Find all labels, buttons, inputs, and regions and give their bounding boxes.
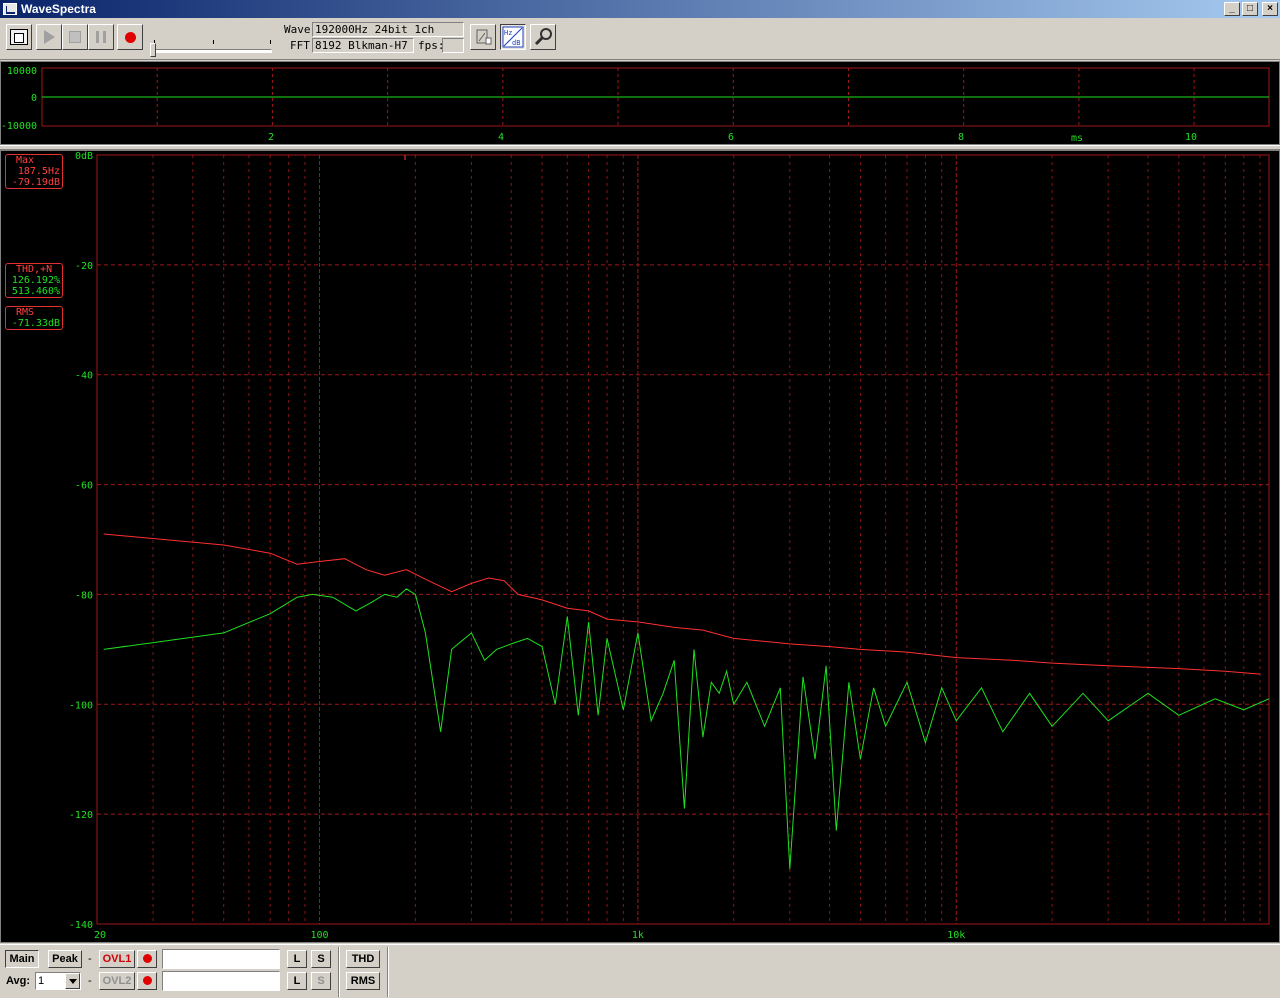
ovl1-load-button[interactable]: L <box>287 950 307 968</box>
max-level: -79.19dB <box>11 177 60 188</box>
ovl2-name-field[interactable] <box>162 971 280 991</box>
waveform-panel: 10000 0 -10000 2 4 6 8 10 ms <box>0 61 1280 145</box>
slider-track[interactable] <box>152 49 272 53</box>
max-frequency: 187.5Hz <box>17 166 60 177</box>
peak-button[interactable]: Peak <box>48 950 82 968</box>
spectrum-y-tick: -80 <box>75 590 93 601</box>
open-file-icon <box>10 29 28 45</box>
settings-button[interactable] <box>530 24 556 50</box>
wavespectra-window: WaveSpectra _ □ × Wave: 192000Hz 24bit 1… <box>0 0 1280 998</box>
spectrum-y-tick: -140 <box>69 920 93 931</box>
spectrum-panel: 0dB -20 -40 -60 -80 -100 -120 -140 20 100 1k 10k M… <box>0 150 1280 943</box>
play-button[interactable] <box>36 24 62 50</box>
spectrum-x-tick: 100 <box>311 930 329 941</box>
position-slider[interactable] <box>150 24 274 57</box>
pause-button[interactable] <box>88 24 114 50</box>
rms-label: RMS <box>16 307 35 318</box>
max-label: Max <box>16 155 35 166</box>
spectrum-y-tick: 0dB <box>75 151 93 162</box>
dash-separator: - <box>88 953 92 965</box>
spectrum-x-tick: 20 <box>94 930 106 941</box>
stop-icon <box>69 31 81 43</box>
spectrum-y-tick: -60 <box>75 481 93 492</box>
waveform-plot: 10000 0 -10000 2 4 6 8 10 ms <box>1 66 1270 144</box>
wave-x-tick: 2 <box>268 132 274 143</box>
svg-text:dB: dB <box>512 39 520 47</box>
fps-field <box>442 38 464 53</box>
thd-readout: THD,+N 126.192% 513.460% <box>5 263 63 298</box>
chevron-down-icon[interactable] <box>65 973 80 989</box>
hz-db-icon: HzdB <box>502 26 524 48</box>
spectrum-x-tick: 10k <box>947 930 965 941</box>
thd-label: THD,+N <box>16 264 53 275</box>
maximize-button[interactable]: □ <box>1242 2 1258 16</box>
spectrum-x-tick: 1k <box>632 930 644 941</box>
ovl2-load-button[interactable]: L <box>287 972 307 990</box>
wave-y-tick: 10000 <box>7 66 37 77</box>
main-button[interactable]: Main <box>5 950 39 968</box>
spectrum-y-axis: 0dB -20 -40 -60 -80 -100 -120 -140 <box>69 151 93 931</box>
scale-button[interactable] <box>470 24 496 50</box>
wave-y-tick: 0 <box>31 93 37 104</box>
avg-value: 1 <box>38 975 45 987</box>
window-title: WaveSpectra <box>21 2 96 16</box>
avg-select[interactable]: 1 <box>35 972 81 990</box>
ovl2-button[interactable]: OVL2 <box>99 972 135 990</box>
wave-x-tick: 10 <box>1185 132 1197 143</box>
scale-icon <box>476 29 492 45</box>
hz-db-button[interactable]: Hz dB <box>500 24 526 50</box>
wave-x-tick: 4 <box>498 132 504 143</box>
ovl2-save-button[interactable]: S <box>311 972 331 990</box>
avg-label: Avg: <box>6 975 31 987</box>
record-button[interactable] <box>117 24 143 50</box>
max-hold-trace <box>103 533 1261 675</box>
rms-readout: RMS -71.33dB <box>5 306 63 330</box>
spectrum-y-tick: -20 <box>75 261 93 272</box>
wave-y-tick: -10000 <box>1 121 37 132</box>
pause-icon <box>96 31 106 43</box>
thdn-value: 513.460% <box>11 286 60 297</box>
rms-button[interactable]: RMS <box>346 972 380 990</box>
dash-separator: - <box>88 975 92 987</box>
ovl1-save-button[interactable]: S <box>311 950 331 968</box>
spectrum-trace <box>103 588 1270 870</box>
ovl1-name-field[interactable] <box>162 949 280 969</box>
spectrum-y-tick: -40 <box>75 371 93 382</box>
spectrum-chart: 0dB -20 -40 -60 -80 -100 -120 -140 20 100 1k 10k <box>69 151 1270 941</box>
fft-setting-field: 8192 Blkman-H7 <box>312 38 414 53</box>
max-readout: Max 187.5Hz -79.19dB <box>5 154 63 189</box>
stop-button[interactable] <box>62 24 88 50</box>
ovl1-record-button[interactable] <box>137 950 157 968</box>
title-bar[interactable]: WaveSpectra _ □ × <box>0 0 1280 18</box>
thd-button[interactable]: THD <box>346 950 380 968</box>
minimize-button[interactable]: _ <box>1224 2 1240 16</box>
spectrum-grid <box>96 154 1270 925</box>
record-icon <box>124 31 136 43</box>
wave-format-field: 192000Hz 24bit 1ch <box>312 22 464 37</box>
bottom-control-bar: Main Peak - OVL1 L S Avg: 1 - OVL2 L S T… <box>0 944 1280 998</box>
open-file-button[interactable] <box>6 24 32 50</box>
record-icon <box>142 954 152 963</box>
wave-x-tick: 6 <box>728 132 734 143</box>
spectrum-y-tick: -120 <box>69 810 93 821</box>
wave-x-unit: ms <box>1071 133 1083 144</box>
slider-thumb[interactable] <box>150 43 156 57</box>
record-icon <box>142 976 152 985</box>
app-icon <box>3 3 17 15</box>
fps-label: fps: <box>418 39 445 52</box>
spectrum-series <box>103 533 1270 870</box>
thd-value: 126.192% <box>11 275 60 286</box>
ovl2-record-button[interactable] <box>137 972 157 990</box>
rms-level: -71.33dB <box>11 318 60 329</box>
spectrum-y-tick: -100 <box>69 700 93 711</box>
play-icon <box>43 30 55 44</box>
close-button[interactable]: × <box>1262 2 1278 16</box>
svg-text:Hz: Hz <box>504 29 512 37</box>
ovl1-button[interactable]: OVL1 <box>99 950 135 968</box>
wave-x-tick: 8 <box>958 132 964 143</box>
wrench-icon <box>534 28 552 46</box>
spectrum-x-axis: 20 100 1k 10k <box>94 930 965 941</box>
window-controls: _ □ × <box>1224 2 1278 16</box>
spectrum-frame <box>96 154 1270 925</box>
